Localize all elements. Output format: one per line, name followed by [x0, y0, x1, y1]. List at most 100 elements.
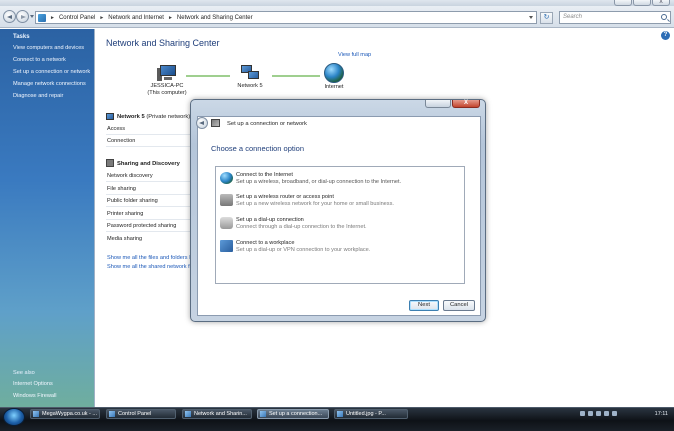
- dialog-title: Set up a connection or network: [227, 121, 307, 127]
- globe-icon: [220, 172, 233, 184]
- option-title: Set up a dial-up connection: [236, 217, 304, 223]
- network-tray-icon[interactable]: [588, 411, 593, 416]
- network-header: Network 5 (Private network): [117, 114, 190, 120]
- see-also-windows-firewall[interactable]: Windows Firewall: [13, 393, 57, 399]
- row-divider: [106, 181, 196, 182]
- network-icon: [240, 65, 260, 81]
- computer-icon: [157, 65, 177, 81]
- dialog-back-button[interactable]: [196, 117, 208, 129]
- connection-line: [186, 75, 230, 77]
- task-diagnose-repair[interactable]: Diagnose and repair: [13, 93, 63, 99]
- clock[interactable]: 17:11: [655, 409, 668, 419]
- row-connection: Connection: [107, 138, 136, 144]
- help-icon[interactable]: ?: [661, 31, 670, 40]
- see-also-heading: See also: [13, 370, 35, 376]
- tasks-heading: Tasks: [13, 34, 30, 40]
- row-access: Access: [107, 126, 126, 132]
- row-printer-sharing: Printer sharing: [107, 211, 144, 217]
- task-setup-connection[interactable]: Set up a connection or network: [13, 69, 90, 75]
- option-workplace[interactable]: Connect to a workplace Set up a dial-up …: [220, 240, 460, 256]
- search-icon[interactable]: [661, 14, 667, 20]
- connection-line: [272, 75, 320, 77]
- router-icon: [220, 194, 233, 206]
- option-desc: Set up a wireless, broadband, or dial-up…: [236, 179, 402, 185]
- breadcrumb-network-internet[interactable]: Network and Internet: [108, 15, 164, 21]
- address-toolbar: ► Control Panel ► Network and Internet ►…: [0, 6, 674, 28]
- network-header-name: Network 5: [117, 114, 145, 120]
- recent-pages-dropdown-icon[interactable]: [30, 15, 34, 18]
- option-title: Set up a wireless router or access point: [236, 194, 334, 200]
- row-divider: [106, 194, 196, 195]
- search-placeholder: Search: [563, 14, 583, 20]
- tray-icons: [580, 411, 617, 416]
- option-wireless-router[interactable]: Set up a wireless router or access point…: [220, 194, 460, 210]
- internet-label: Internet: [324, 84, 344, 90]
- network-type: (Private network): [146, 114, 191, 120]
- network-icon: [106, 113, 114, 120]
- row-divider: [106, 231, 196, 232]
- option-title: Connect to a workplace: [236, 240, 295, 246]
- option-connect-internet[interactable]: Connect to the Internet Set up a wireles…: [220, 172, 460, 188]
- taskbar-item-control-panel[interactable]: Control Panel: [106, 409, 176, 419]
- chevron-right-icon: ►: [167, 14, 173, 21]
- dialog-minmax-buttons[interactable]: [425, 100, 451, 108]
- taskbar-item-network-sharing[interactable]: Network and Sharin...: [182, 409, 252, 419]
- security-icon[interactable]: [604, 411, 609, 416]
- row-file-sharing: File sharing: [107, 186, 136, 192]
- option-title: Connect to the Internet: [236, 172, 293, 178]
- breadcrumb-control-panel[interactable]: Control Panel: [59, 15, 95, 21]
- network-map-computer: JESSICA-PC (This computer): [141, 65, 193, 97]
- forward-button[interactable]: [16, 10, 29, 23]
- row-divider: [106, 206, 196, 207]
- row-media-sharing: Media sharing: [107, 236, 143, 242]
- row-divider: [106, 219, 196, 220]
- chevron-right-icon: ►: [99, 14, 105, 21]
- option-dial-up[interactable]: Set up a dial-up connection Connect thro…: [220, 217, 460, 233]
- search-input[interactable]: Search: [559, 11, 671, 24]
- modem-icon: [220, 217, 233, 229]
- network-setup-icon: [211, 119, 220, 127]
- see-also-internet-options[interactable]: Internet Options: [13, 381, 53, 387]
- update-icon[interactable]: [612, 411, 617, 416]
- option-desc: Set up a dial-up or VPN connection to yo…: [236, 247, 371, 253]
- task-pane: Tasks View computers and devices Connect…: [0, 29, 94, 407]
- task-connect-network[interactable]: Connect to a network: [13, 57, 66, 63]
- computer-name: JESSICA-PC: [150, 83, 184, 89]
- refresh-button[interactable]: ↻: [540, 12, 553, 24]
- page-title: Network and Sharing Center: [106, 38, 220, 48]
- row-public-folder: Public folder sharing: [107, 198, 158, 204]
- volume-icon[interactable]: [596, 411, 601, 416]
- row-network-discovery: Network discovery: [107, 173, 153, 179]
- network-map-network: Network 5: [229, 65, 271, 90]
- address-bar[interactable]: ► Control Panel ► Network and Internet ►…: [35, 11, 537, 24]
- row-divider: [106, 134, 196, 135]
- computer-sub: (This computer): [147, 90, 187, 96]
- option-desc: Set up a new wireless network for your h…: [236, 201, 394, 207]
- taskbar-item-browser[interactable]: MegaWygpa.co.uk - ...: [30, 409, 100, 419]
- taskbar-item-paint[interactable]: Untitled.jpg - P...: [334, 409, 408, 419]
- globe-icon: [324, 63, 344, 83]
- row-password-sharing: Password protected sharing: [107, 223, 177, 229]
- network-map-internet: Internet: [317, 63, 351, 91]
- next-button[interactable]: Next: [409, 300, 439, 311]
- language-icon[interactable]: [580, 411, 585, 416]
- address-dropdown-icon[interactable]: [529, 16, 533, 19]
- task-view-computers[interactable]: View computers and devices: [13, 45, 84, 51]
- network-name: Network 5: [237, 83, 263, 89]
- start-button[interactable]: [3, 408, 25, 426]
- workplace-icon: [220, 240, 233, 252]
- sharing-title: Sharing and Discovery: [117, 161, 180, 167]
- view-full-map-link[interactable]: View full map: [338, 52, 371, 58]
- back-button[interactable]: [3, 10, 16, 23]
- cancel-button[interactable]: Cancel: [443, 300, 475, 311]
- chevron-right-icon: ►: [50, 14, 55, 21]
- control-panel-icon: [38, 13, 46, 22]
- taskbar-item-setup-connection[interactable]: Set up a connection...: [257, 409, 329, 419]
- task-manage-connections[interactable]: Manage network connections: [13, 81, 86, 87]
- sharing-icon: [106, 159, 114, 167]
- breadcrumb-network-sharing[interactable]: Network and Sharing Center: [177, 15, 253, 21]
- row-divider: [106, 146, 196, 147]
- dialog-close-button[interactable]: X: [452, 100, 480, 108]
- option-desc: Connect through a dial-up connection to …: [236, 224, 367, 230]
- dialog-heading: Choose a connection option: [211, 144, 304, 153]
